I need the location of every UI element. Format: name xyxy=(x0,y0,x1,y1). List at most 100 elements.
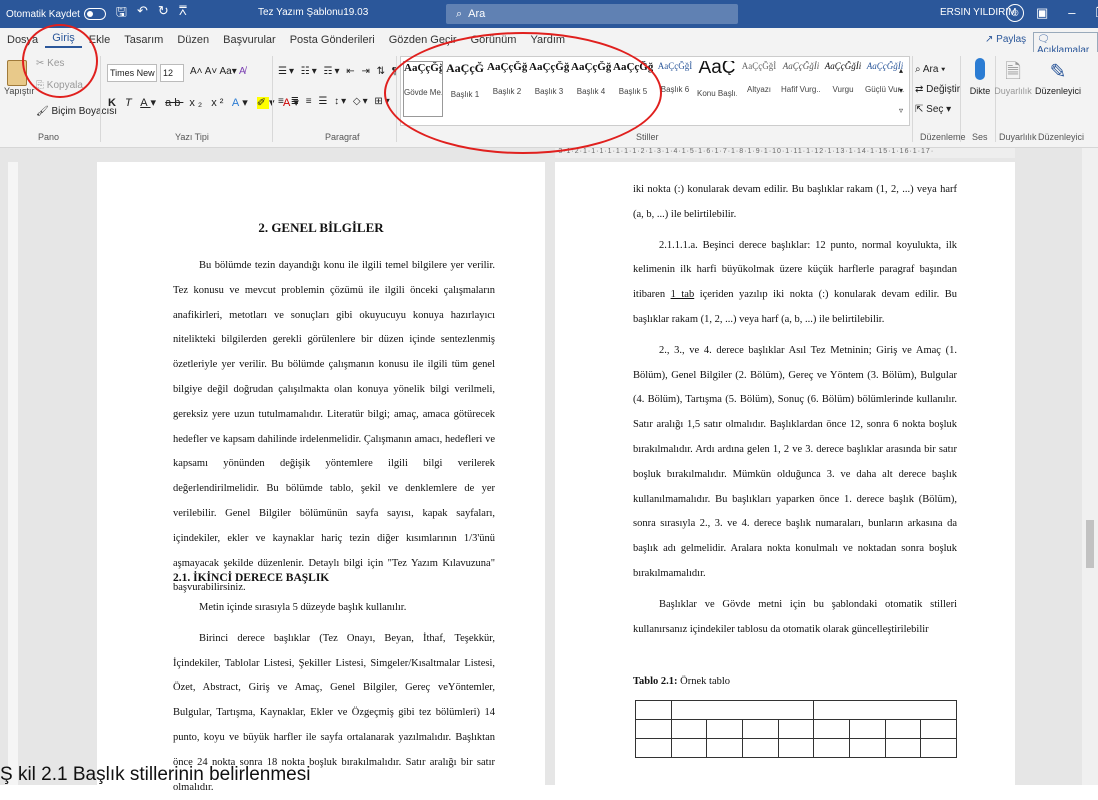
highlight-circle-styles xyxy=(384,32,662,154)
table-cell[interactable] xyxy=(848,738,886,758)
table-cell[interactable] xyxy=(635,700,672,720)
minimize-icon[interactable]: – xyxy=(1068,5,1075,21)
find-label: Ara xyxy=(922,64,939,75)
undo-icon[interactable]: ↶ xyxy=(137,3,148,25)
vertical-scrollbar[interactable] xyxy=(1082,148,1098,785)
paragraph: iki nokta (:) konularak devam edilir. Bu… xyxy=(633,184,957,220)
paragraph: Başlıklar ve Gövde metni için bu şablond… xyxy=(633,598,957,635)
avatar-icon[interactable]: ☺ xyxy=(1006,4,1024,22)
search-placeholder: Ara xyxy=(468,8,486,20)
horizontal-ruler[interactable]: ·3·1·2·1·1·1·1·1·1·1·2·1·3·1·4·1·5·1·6·1… xyxy=(555,148,1015,158)
vertical-ruler[interactable] xyxy=(8,162,18,785)
editor-icon: ✎ xyxy=(1049,61,1067,83)
table-cell[interactable] xyxy=(670,738,708,758)
table-cell[interactable] xyxy=(741,719,779,739)
table-cell[interactable] xyxy=(670,700,815,720)
alignment-controls[interactable]: ≡ ≣ ≡ ☰ ↕▾ ◇▾ ⊞▾ xyxy=(278,96,392,107)
paragraph-group: iki nokta (:) konularak devam edilir. Bu… xyxy=(633,178,957,642)
microphone-icon xyxy=(975,58,985,80)
table-row xyxy=(635,738,957,758)
select-button[interactable]: ⇱ Seç ▾ xyxy=(915,100,960,120)
paste-label: Yapıştır xyxy=(4,86,35,96)
table-cell[interactable] xyxy=(777,719,815,739)
tab-design[interactable]: Tasarım xyxy=(117,34,170,46)
format-painter-button[interactable]: 🖌 Biçim Boyacısı xyxy=(36,106,117,117)
paragraph: 2., 3., ve 4. derece başlıklar Asıl Tez … xyxy=(633,344,957,579)
paragraph: 2.1.1.1.a. Beşinci derece başlıklar: 12 … xyxy=(633,234,957,333)
table-cell[interactable] xyxy=(741,738,779,758)
table-row xyxy=(635,719,957,739)
customize-icon[interactable]: ⩞ xyxy=(179,3,187,25)
table-cell[interactable] xyxy=(706,719,743,739)
style-title[interactable]: AaÇ Konu Başlı... xyxy=(697,61,737,98)
divider xyxy=(100,56,101,142)
sample-table[interactable] xyxy=(635,700,957,758)
redo-icon[interactable]: ↻ xyxy=(158,3,169,25)
table-cell[interactable] xyxy=(813,738,850,758)
table-cell[interactable] xyxy=(813,700,957,720)
table-cell[interactable] xyxy=(848,719,886,739)
paragraph: Bu bölümde tezin dayandığı konu ile ilgi… xyxy=(173,260,495,594)
share-label: Paylaş xyxy=(996,34,1027,45)
table-cell[interactable] xyxy=(884,719,922,739)
table-cell[interactable] xyxy=(920,738,957,758)
search-input[interactable]: ⌕ Ara xyxy=(446,4,738,24)
sensitivity-icon: 🗎 xyxy=(1004,61,1022,83)
replace-button[interactable]: ⇄ Değiştir xyxy=(915,80,960,100)
tab-mailings[interactable]: Posta Gönderileri xyxy=(283,34,382,46)
editing-group: ⌕ Ara ▾ ⇄ Değiştir ⇱ Seç ▾ xyxy=(915,60,960,120)
table-cell[interactable] xyxy=(920,719,957,739)
select-label: Seç xyxy=(926,104,944,115)
sensitivity-button[interactable]: 🗎 Duyarlılık xyxy=(993,58,1033,96)
editor-button[interactable]: ✎ Düzenleyici xyxy=(1035,58,1081,96)
group-sensitivity-label: Duyarlılık xyxy=(999,132,1037,142)
table-cell[interactable] xyxy=(635,738,672,758)
subheading: 2.1. İKİNCİ DERECE BAŞLIK xyxy=(173,572,330,584)
heading-genel-bilgiler: 2. GENEL BİLGİLER xyxy=(258,220,384,235)
table-caption-text: Örnek tablo xyxy=(677,676,731,687)
dictate-button[interactable]: Dikte xyxy=(963,58,997,96)
window-controls: ▣ – ❐ X xyxy=(1036,5,1098,21)
save-icon[interactable]: 🖫 xyxy=(116,3,127,25)
tab-layout[interactable]: Düzen xyxy=(170,34,216,46)
style-emphasis[interactable]: AaÇçĞğİi Vurgu xyxy=(823,61,863,94)
document-page-1[interactable]: 2. GENEL BİLGİLER Bu bölümde tezin dayan… xyxy=(97,162,545,793)
group-font-label: Yazı Tipi xyxy=(175,132,209,142)
scrollbar-thumb[interactable] xyxy=(1086,520,1094,568)
list-controls[interactable]: ☰▾ ☷▾ ☶▾ ⇤ ⇥ ⇅ ¶ xyxy=(278,66,399,77)
table-caption: Tablo 2.1: Örnek tablo xyxy=(633,670,730,695)
table-cell[interactable] xyxy=(813,719,850,739)
style-name: Vurgu xyxy=(832,85,854,94)
style-subtitle[interactable]: AaÇçĞğİ Altyazı xyxy=(739,61,779,94)
table-cell[interactable] xyxy=(884,738,922,758)
style-subtle-emphasis[interactable]: AaÇçĞğİi Hafif Vurg... xyxy=(781,61,821,94)
tab-references[interactable]: Başvurular xyxy=(216,34,283,46)
table-cell[interactable] xyxy=(777,738,815,758)
group-styles-label: Stiller xyxy=(636,132,659,142)
style-sample: AaÇçĞğİ xyxy=(741,61,777,71)
document-page-2[interactable]: iki nokta (:) konularak devam edilir. Bu… xyxy=(555,162,1015,785)
share-button[interactable]: ↗ Paylaş xyxy=(985,34,1026,45)
paragraph: Metin içinde sırasıyla 5 düzeyde başlık … xyxy=(199,602,407,613)
table-cell[interactable] xyxy=(706,738,743,758)
table-cell[interactable] xyxy=(670,719,708,739)
table-cell[interactable] xyxy=(635,719,672,739)
styles-scroll-icon[interactable]: ▴ ▾ ▿ xyxy=(899,61,903,121)
divider xyxy=(912,56,913,142)
group-editor-label: Düzenleyici xyxy=(1038,132,1085,142)
dictate-label: Dikte xyxy=(969,86,991,96)
figure-caption: Ş kil 2.1 Başlık stillerinin belirlenmes… xyxy=(0,764,311,785)
font-size-controls[interactable]: A˄ A˅ Aa▾ A̸ xyxy=(190,66,246,77)
style-sample: AaÇçĞğİ xyxy=(657,61,693,71)
divider xyxy=(960,56,961,142)
group-voice-label: Ses xyxy=(972,132,988,142)
divider xyxy=(272,56,273,142)
table-caption-label: Tablo 2.1: xyxy=(633,676,678,687)
font-name-select[interactable]: Times New Ror xyxy=(107,64,157,82)
ribbon-display-icon[interactable]: ▣ xyxy=(1036,5,1048,21)
quick-access-toolbar: 🖫 ↶ ↻ ⩞ xyxy=(116,3,187,25)
autosave[interactable]: Otomatik Kaydet xyxy=(6,8,106,20)
autosave-toggle[interactable] xyxy=(83,8,106,20)
find-button[interactable]: ⌕ Ara ▾ xyxy=(915,60,960,80)
font-size-select[interactable]: 12 xyxy=(160,64,184,82)
